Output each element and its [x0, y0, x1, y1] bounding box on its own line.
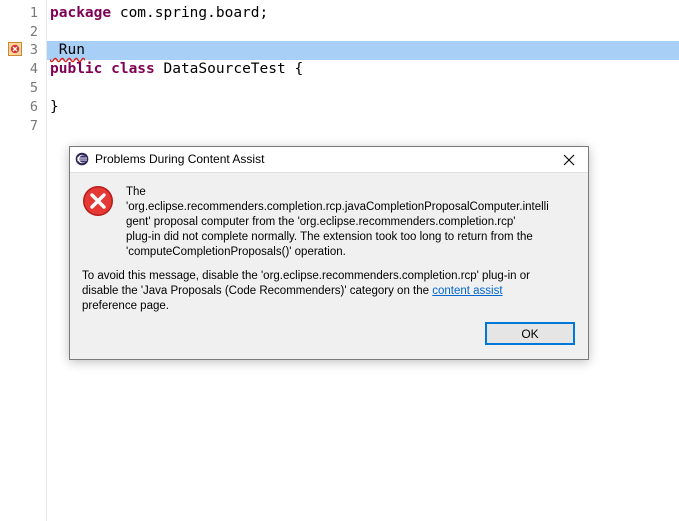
- line-number: 6: [29, 99, 38, 115]
- message-line: The: [126, 186, 146, 198]
- code-line-2[interactable]: 2: [0, 23, 679, 42]
- ok-button[interactable]: OK: [485, 322, 575, 345]
- code-line-4[interactable]: 4 public class DataSourceTest {: [0, 60, 679, 79]
- error-message: The 'org.eclipse.recommenders.completion…: [126, 185, 578, 260]
- message-line: 'computeCompletionProposals()' operation…: [126, 246, 346, 258]
- code-text: }: [50, 99, 59, 115]
- message-line: 'org.eclipse.recommenders.completion.rcp…: [126, 201, 549, 213]
- code-line-1[interactable]: 1 package com.spring.board;: [0, 4, 679, 23]
- code-text: Run: [50, 42, 85, 58]
- close-button[interactable]: [554, 147, 584, 172]
- close-icon: [563, 154, 575, 165]
- message-line: plug-in did not complete normally. The e…: [126, 231, 533, 243]
- eclipse-icon: [75, 152, 89, 166]
- line-number: 3: [29, 42, 38, 58]
- line-number: 7: [29, 118, 38, 134]
- advice-line: disable the 'Java Proposals (Code Recomm…: [82, 284, 578, 299]
- line-number: 2: [29, 24, 38, 40]
- advice-line: preference page.: [82, 300, 169, 312]
- content-assist-link[interactable]: content assist: [432, 285, 502, 297]
- code-line-3[interactable]: 3 Run: [0, 41, 679, 60]
- line-number: 4: [29, 61, 38, 77]
- problems-dialog: Problems During Content Assist The 'org.…: [69, 146, 589, 360]
- keyword: package: [50, 5, 112, 21]
- code-text: DataSourceTest {: [154, 61, 304, 77]
- message-line: gent' proposal computer from the 'org.ec…: [126, 216, 516, 228]
- dialog-title: Problems During Content Assist: [95, 152, 265, 166]
- line-number: 1: [29, 5, 38, 21]
- dialog-titlebar[interactable]: Problems During Content Assist: [70, 147, 588, 173]
- code-line-7[interactable]: 7: [0, 117, 679, 136]
- code-text: com.spring.board;: [111, 5, 269, 21]
- line-number: 5: [29, 80, 38, 96]
- advice-line: To avoid this message, disable the 'org.…: [82, 270, 531, 282]
- code-line-5[interactable]: 5: [0, 79, 679, 98]
- keyword: public class: [50, 61, 155, 77]
- advice-text: disable the 'Java Proposals (Code Recomm…: [82, 285, 433, 297]
- code-line-6[interactable]: 6 }: [0, 98, 679, 117]
- error-icon: [83, 186, 113, 216]
- advice-message: To avoid this message, disable the 'org.…: [82, 269, 578, 314]
